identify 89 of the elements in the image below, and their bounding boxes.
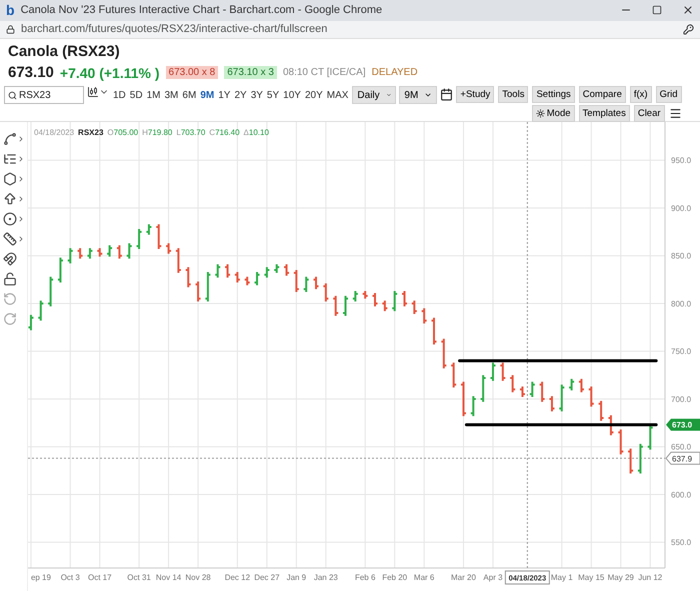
key-icon[interactable]: [683, 24, 694, 35]
x-axis-label: Feb 20: [382, 573, 408, 582]
trend-line[interactable]: [458, 359, 658, 362]
x-axis-label: Apr 3: [483, 573, 503, 582]
y-axis-label: 850.0: [671, 252, 692, 261]
x-axis-label: May 15: [578, 573, 604, 582]
y-axis-label: 700.0: [671, 394, 692, 404]
period-button[interactable]: 5Y: [266, 86, 280, 104]
window-title: Canola Nov '23 Futures Interactive Chart - Barchart.com - Google Chrome: [20, 4, 384, 16]
toolbar-button[interactable]: Clear: [634, 105, 665, 122]
x-axis-label: Oct 31: [127, 573, 151, 582]
legend-date: 04/18/2023: [34, 128, 74, 137]
lock-icon: [6, 24, 15, 34]
legend-value: H719.80: [142, 128, 172, 137]
delayed-status: DELAYED: [372, 67, 418, 78]
x-axis-label: Nov 14: [156, 573, 182, 582]
period-button[interactable]: 10Y: [282, 86, 302, 104]
chart-type-icon[interactable]: [87, 86, 109, 98]
y-axis-label: 950.0: [671, 156, 692, 166]
x-axis-label: Oct 17: [88, 573, 112, 582]
symbol-search-field[interactable]: RSX23: [4, 86, 84, 104]
interval-dropdown[interactable]: 9M: [399, 86, 438, 104]
toolbar-button[interactable]: Grid: [656, 86, 682, 103]
unlock-icon[interactable]: [3, 272, 17, 286]
x-axis-label: Jan 23: [314, 573, 338, 582]
price-tag: 637.9: [665, 452, 700, 465]
quote-time: 08:10 CT [ICE/CA]: [282, 67, 366, 78]
period-button[interactable]: 2Y: [233, 86, 248, 104]
x-axis-label: Mar 6: [414, 573, 434, 582]
bid-chip: 673.00 x 8: [166, 66, 218, 79]
x-axis-label: Jan 9: [286, 573, 306, 582]
x-axis-label: May 1: [550, 573, 573, 582]
price-change: +7.40 (+1.11% ): [60, 64, 160, 80]
x-axis-label: May 29: [608, 573, 634, 582]
period-button[interactable]: 3M: [164, 86, 180, 104]
y-axis-label: 800.0: [671, 299, 692, 308]
y-axis-label: 750.0: [671, 347, 692, 356]
close-icon[interactable]: [682, 4, 694, 16]
ask-chip: 673.10 x 3: [224, 66, 277, 79]
toolbar-button[interactable]: Tools: [498, 86, 528, 103]
arrow-tool-icon[interactable]: [3, 192, 25, 206]
toolbar-button[interactable]: Settings: [532, 86, 575, 103]
x-axis-label: Dec 12: [224, 573, 250, 582]
y-axis-label: 650.0: [671, 442, 692, 452]
sun-icon: [536, 109, 545, 118]
toolbar-button[interactable]: +Study: [456, 86, 494, 103]
toolbar-button[interactable]: Compare: [578, 86, 626, 103]
x-axis-label: Feb 6: [354, 573, 376, 582]
period-button[interactable]: 20Y: [304, 86, 324, 104]
period-button[interactable]: 5D: [128, 86, 144, 104]
maximize-icon[interactable]: [652, 5, 662, 16]
legend-value: L703.70: [176, 128, 206, 137]
interval-dropdown[interactable]: Daily: [352, 86, 396, 104]
period-button[interactable]: 3Y: [250, 86, 264, 104]
y-axis-label: 900.0: [671, 204, 692, 213]
legend-value: O705.00: [107, 128, 138, 137]
x-axis-label: Nov 28: [185, 573, 211, 582]
instrument-name: Canola (RSX23): [8, 43, 121, 60]
toolbar-button[interactable]: Templates: [578, 105, 630, 122]
period-button[interactable]: 6M: [181, 86, 198, 104]
magnet-icon[interactable]: [3, 252, 17, 266]
period-button[interactable]: 1M: [146, 86, 162, 104]
circle-tool-icon[interactable]: [3, 212, 25, 226]
line-tool-icon[interactable]: [3, 132, 25, 146]
toolbar-button[interactable]: f(x): [630, 86, 652, 103]
period-button[interactable]: MAX: [326, 86, 350, 104]
x-axis-label: Dec 27: [254, 573, 280, 582]
legend-value: C716.40: [209, 128, 240, 137]
ruler-icon[interactable]: [3, 232, 25, 246]
menu-icon[interactable]: [668, 107, 682, 120]
period-button[interactable]: 1D: [112, 86, 127, 104]
legend-symbol: RSX23: [78, 128, 104, 137]
y-axis-label: 550.0: [671, 538, 692, 548]
shape-tool-icon[interactable]: [3, 172, 25, 186]
toolbar-button[interactable]: Mode: [532, 105, 575, 122]
calendar-icon[interactable]: [440, 88, 454, 101]
y-axis-label: 600.0: [671, 490, 692, 500]
period-button[interactable]: 9M: [199, 86, 216, 104]
x-axis-label: ep 19: [30, 573, 51, 582]
last-price: 673.10: [8, 64, 54, 81]
period-button[interactable]: 1Y: [217, 86, 232, 104]
x-axis-label: Mar 20: [451, 573, 476, 582]
trend-line[interactable]: [464, 423, 658, 426]
browser-logo: b: [6, 2, 15, 18]
legend-value: Δ10.10: [244, 128, 269, 137]
last-price-tag: 673.0: [666, 418, 700, 431]
search-icon: [8, 90, 17, 100]
x-axis-label: Jun 12: [638, 573, 662, 582]
x-axis-label: Oct 3: [60, 573, 80, 582]
